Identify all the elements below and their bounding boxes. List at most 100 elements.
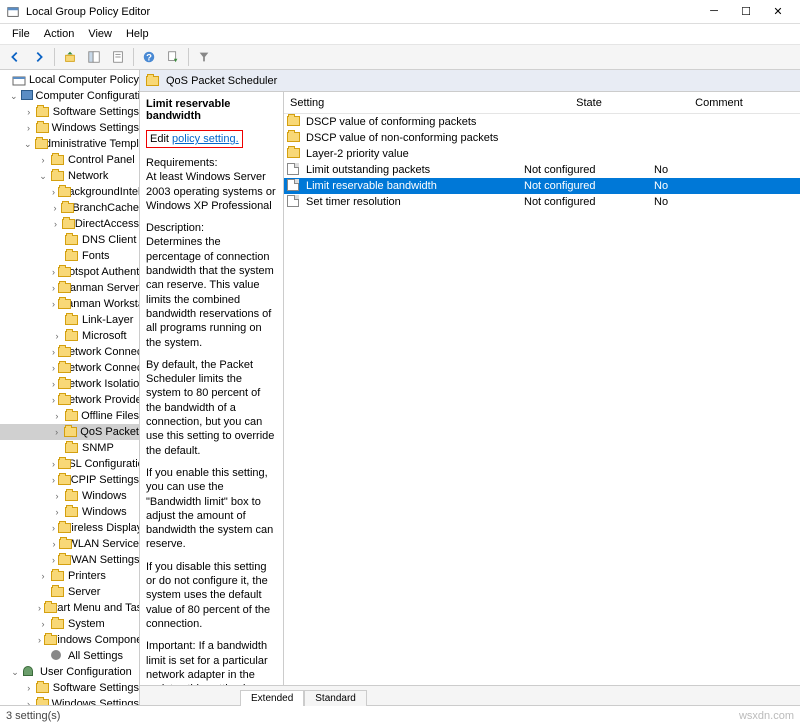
tree-item[interactable]: ⌄Administrative Templates	[0, 136, 139, 152]
list-row[interactable]: Set timer resolutionNot configuredNo	[284, 194, 800, 210]
tree-computer-config[interactable]: ⌄Computer Configuration	[0, 88, 139, 104]
description-p3: If you enable this setting, you can use …	[146, 466, 277, 552]
menu-file[interactable]: File	[6, 26, 36, 42]
tree-item[interactable]: ⌄Network	[0, 168, 139, 184]
app-icon	[6, 5, 20, 19]
tree-item[interactable]: ›Windows Settings	[0, 696, 139, 705]
separator	[188, 48, 189, 66]
svg-text:?: ?	[146, 53, 152, 64]
tree-item[interactable]: ›Software Settings	[0, 104, 139, 120]
tree-item[interactable]: ›Hotspot Authentication	[0, 264, 139, 280]
tree-pane[interactable]: Local Computer Policy ⌄Computer Configur…	[0, 70, 140, 705]
tree-item[interactable]: ›Lanman Workstation	[0, 296, 139, 312]
watermark: wsxdn.com	[739, 710, 794, 722]
tree-item[interactable]: ›SSL Configuration	[0, 456, 139, 472]
tree-item[interactable]: ›Wireless Display	[0, 520, 139, 536]
tree-item[interactable]: ›Control Panel	[0, 152, 139, 168]
tab-standard[interactable]: Standard	[304, 690, 367, 706]
description-heading: Description:	[146, 221, 277, 235]
tree-item[interactable]: ›TCPIP Settings	[0, 472, 139, 488]
tree-item[interactable]: Fonts	[0, 248, 139, 264]
tree-item[interactable]: ›Microsoft	[0, 328, 139, 344]
list-row[interactable]: DSCP value of conforming packets	[284, 114, 800, 130]
tree-item[interactable]: DNS Client	[0, 232, 139, 248]
row-state: Not configured	[524, 180, 654, 192]
tree-item[interactable]: ›BranchCache	[0, 200, 139, 216]
col-comment[interactable]: Comment	[654, 97, 784, 109]
maximize-button[interactable]: ☐	[734, 5, 758, 18]
row-name: Limit reservable bandwidth	[306, 180, 524, 192]
tree-item[interactable]: ›Network Connectivity	[0, 360, 139, 376]
tree-item[interactable]: ›Lanman Server	[0, 280, 139, 296]
tree-item[interactable]: ›Printers	[0, 568, 139, 584]
breadcrumb-label: QoS Packet Scheduler	[166, 75, 277, 87]
list-row[interactable]: Layer-2 priority value	[284, 146, 800, 162]
detail-pane: Limit reservable bandwidth Edit policy s…	[140, 92, 284, 685]
tree-item[interactable]: ›Network Isolation	[0, 376, 139, 392]
up-button[interactable]	[59, 46, 81, 68]
export-button[interactable]	[162, 46, 184, 68]
description-p4: If you disable this setting or do not co…	[146, 560, 277, 631]
tree-item[interactable]: ›Windows Settings	[0, 120, 139, 136]
tree-item[interactable]: ›Windows	[0, 504, 139, 520]
tree-item[interactable]: Link-Layer	[0, 312, 139, 328]
window-title: Local Group Policy Editor	[26, 6, 702, 18]
status-text: 3 setting(s)	[6, 710, 60, 722]
col-state[interactable]: State	[524, 97, 654, 109]
setting-icon	[287, 195, 303, 209]
separator	[54, 48, 55, 66]
settings-list: Setting State Comment DSCP value of conf…	[284, 92, 800, 685]
menu-help[interactable]: Help	[120, 26, 155, 42]
list-header: Setting State Comment	[284, 92, 800, 114]
tree-root[interactable]: Local Computer Policy	[0, 72, 139, 88]
list-row[interactable]: DSCP value of non-conforming packets	[284, 130, 800, 146]
list-row[interactable]: Limit reservable bandwidthNot configured…	[284, 178, 800, 194]
close-button[interactable]: ✕	[766, 5, 790, 18]
tree-item[interactable]: ›Windows Components	[0, 632, 139, 648]
help-button[interactable]: ?	[138, 46, 160, 68]
description-p2: By default, the Packet Scheduler limits …	[146, 358, 277, 458]
row-state: Not configured	[524, 196, 654, 208]
row-comment: No	[654, 180, 784, 192]
tree-item[interactable]: ›WLAN Service	[0, 536, 139, 552]
show-hide-tree-button[interactable]	[83, 46, 105, 68]
tree-user-config[interactable]: ⌄User Configuration	[0, 664, 139, 680]
status-bar: 3 setting(s) wsxdn.com	[0, 705, 800, 725]
minimize-button[interactable]: ─	[702, 5, 726, 18]
tree-item[interactable]: ›QoS Packet	[0, 424, 139, 440]
setting-icon	[287, 163, 303, 177]
properties-button[interactable]	[107, 46, 129, 68]
tree-item[interactable]: ›Network Connections	[0, 344, 139, 360]
tree-item[interactable]: ›Start Menu and Taskbar	[0, 600, 139, 616]
tree-item[interactable]: ›DirectAccess	[0, 216, 139, 232]
row-name: Set timer resolution	[306, 196, 524, 208]
col-setting[interactable]: Setting	[284, 97, 524, 109]
tree-item[interactable]: ›Windows	[0, 488, 139, 504]
forward-button[interactable]	[28, 46, 50, 68]
breadcrumb: QoS Packet Scheduler	[140, 70, 800, 92]
tree-item[interactable]: ›WWAN Settings	[0, 552, 139, 568]
menu-action[interactable]: Action	[38, 26, 81, 42]
requirements-heading: Requirements:	[146, 156, 277, 170]
tree-item[interactable]: All Settings	[0, 648, 139, 664]
detail-heading: Limit reservable bandwidth	[146, 98, 277, 122]
edit-policy-link[interactable]: policy setting.	[172, 133, 239, 145]
list-row[interactable]: Limit outstanding packetsNot configuredN…	[284, 162, 800, 178]
tree-item[interactable]: ›Offline Files	[0, 408, 139, 424]
filter-button[interactable]	[193, 46, 215, 68]
tab-extended[interactable]: Extended	[240, 690, 304, 706]
folder-icon	[287, 131, 303, 145]
menu-view[interactable]: View	[82, 26, 118, 42]
tree-item[interactable]: SNMP	[0, 440, 139, 456]
row-state: Not configured	[524, 164, 654, 176]
row-comment: No	[654, 164, 784, 176]
row-name: DSCP value of non-conforming packets	[306, 132, 524, 144]
tree-item[interactable]: ›Software Settings	[0, 680, 139, 696]
tree-item[interactable]: ›Network Provider	[0, 392, 139, 408]
back-button[interactable]	[4, 46, 26, 68]
row-comment: No	[654, 196, 784, 208]
tree-item[interactable]: ›System	[0, 616, 139, 632]
tree-item[interactable]: Server	[0, 584, 139, 600]
setting-icon	[287, 179, 303, 193]
tree-item[interactable]: ›BackgroundIntelligent	[0, 184, 139, 200]
